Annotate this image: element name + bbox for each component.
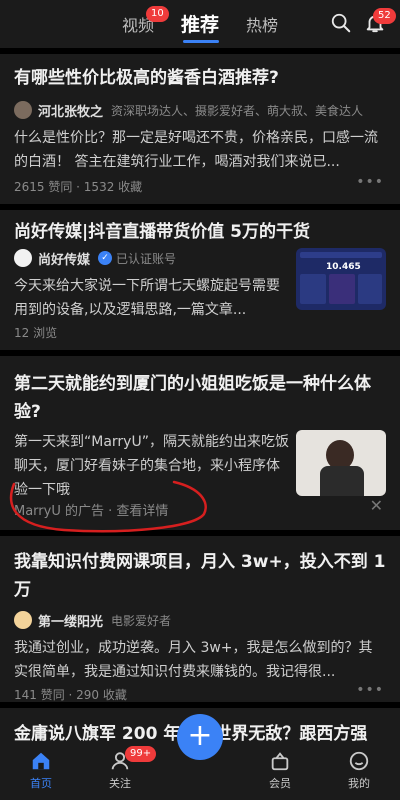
author-row[interactable]: 第一缕阳光 电影爱好者 bbox=[14, 610, 171, 630]
feed-card-stats: 2615 赞同 · 1532 收藏 bbox=[14, 180, 143, 194]
feed-card-stats: 141 赞同 · 290 收藏 bbox=[14, 688, 127, 702]
thumbnail-figure: 10.465 bbox=[326, 262, 361, 272]
feed-list[interactable]: 有哪些性价比极高的酱香白酒推荐? 河北张牧之 资深职场达人、摄影爱好者、萌大叔、… bbox=[0, 48, 400, 744]
feed-card-title[interactable]: 我靠知识付费网课项目，月入 3w+，投入不到 1 万 bbox=[14, 548, 386, 604]
feed-card-title[interactable]: 第二天就能约到厦门的小姐姐吃饭是一种什么体验? bbox=[14, 370, 386, 426]
tab-recommend-label: 推荐 bbox=[181, 14, 220, 36]
ad-photo-thumbnail[interactable] bbox=[296, 430, 386, 496]
nav-profile[interactable]: 我的 bbox=[334, 750, 384, 791]
feed-card-excerpt[interactable]: 我通过创业，成功逆袭。月入 3w+，我是怎么做到的？其实很简单，我是通过知识付费… bbox=[14, 636, 386, 684]
feed-card-excerpt[interactable]: 今天来给大家说一下所谓七天螺旋起号需要用到的设备,以及逻辑思路,一篇文章... bbox=[14, 274, 290, 322]
feed-card[interactable]: 有哪些性价比极高的酱香白酒推荐? 河北张牧之 资深职场达人、摄影爱好者、萌大叔、… bbox=[0, 54, 400, 204]
ad-card[interactable]: 第二天就能约到厦门的小姐姐吃饭是一种什么体验? 第一天来到“MarryU”，隔天… bbox=[0, 356, 400, 533]
notification-badge: 52 bbox=[373, 8, 396, 24]
create-post-button[interactable]: + bbox=[177, 714, 223, 760]
author-name[interactable]: 第一缕阳光 bbox=[38, 611, 103, 630]
feed-card[interactable]: 我靠知识付费网课项目，月入 3w+，投入不到 1 万 第一缕阳光 电影爱好者 我… bbox=[0, 536, 400, 702]
following-badge: 99+ bbox=[125, 746, 157, 762]
home-icon bbox=[32, 752, 50, 770]
active-tab-indicator bbox=[183, 40, 219, 43]
dashboard-thumbnail[interactable]: 10.465 bbox=[296, 248, 386, 310]
nav-profile-label: 我的 bbox=[348, 777, 370, 790]
nav-membership-label: 会员 bbox=[269, 777, 291, 790]
author-name[interactable]: 尚好传媒 bbox=[38, 249, 90, 268]
tab-hot-list[interactable]: 热榜 bbox=[246, 12, 278, 36]
more-options-icon[interactable]: ••• bbox=[356, 682, 384, 698]
feed-card-title[interactable]: 有哪些性价比极高的酱香白酒推荐? bbox=[14, 64, 386, 92]
tab-video[interactable]: 视频 10 bbox=[122, 6, 169, 36]
close-icon[interactable]: ✕ bbox=[370, 496, 384, 515]
author-name[interactable]: 河北张牧之 bbox=[38, 101, 103, 120]
more-options-icon[interactable]: ••• bbox=[356, 174, 384, 190]
feed-card[interactable]: 尚好传媒|抖音直播带货价值 5万的干货 尚好传媒 ✓ 已认证账号 今天来给大家说… bbox=[0, 210, 400, 350]
tab-recommend[interactable]: 推荐 bbox=[181, 10, 220, 43]
author-row[interactable]: 尚好传媒 ✓ 已认证账号 bbox=[14, 248, 176, 268]
feed-card-excerpt[interactable]: 什么是性价比？那一定是好喝还不贵，价格亲民，口感一流的白酒！ 答主在建筑行业工作… bbox=[14, 126, 386, 174]
plus-icon: + bbox=[187, 718, 213, 753]
avatar[interactable] bbox=[14, 249, 32, 267]
author-tags: 资深职场达人、摄影爱好者、萌大叔、美食达人 bbox=[111, 103, 364, 118]
author-tags: 电影爱好者 bbox=[111, 613, 172, 628]
author-tags: 已认证账号 bbox=[116, 251, 177, 266]
feed-card-title[interactable]: 尚好传媒|抖音直播带货价值 5万的干货 bbox=[14, 218, 386, 246]
nav-home[interactable]: 首页 bbox=[16, 750, 66, 791]
avatar[interactable] bbox=[14, 611, 32, 629]
feed-card-stats: 12 浏览 bbox=[14, 326, 58, 340]
gift-box-icon bbox=[271, 752, 289, 771]
search-icon[interactable] bbox=[330, 12, 352, 34]
nav-following[interactable]: 关注 99+ bbox=[95, 746, 157, 791]
hand-drawn-annotation bbox=[9, 480, 207, 533]
profile-face-icon bbox=[349, 751, 369, 771]
nav-home-label: 首页 bbox=[30, 777, 52, 790]
nav-following-label: 关注 bbox=[109, 777, 131, 790]
tab-hot-list-label: 热榜 bbox=[246, 16, 279, 35]
nav-membership[interactable]: 会员 bbox=[255, 750, 305, 791]
tab-video-badge: 10 bbox=[146, 6, 169, 22]
top-bar: 视频 10 推荐 热榜 52 bbox=[0, 0, 400, 48]
author-row[interactable]: 河北张牧之 资深职场达人、摄影爱好者、萌大叔、美食达人 bbox=[14, 100, 363, 120]
verified-icon: ✓ bbox=[98, 251, 113, 265]
avatar[interactable] bbox=[14, 101, 32, 119]
